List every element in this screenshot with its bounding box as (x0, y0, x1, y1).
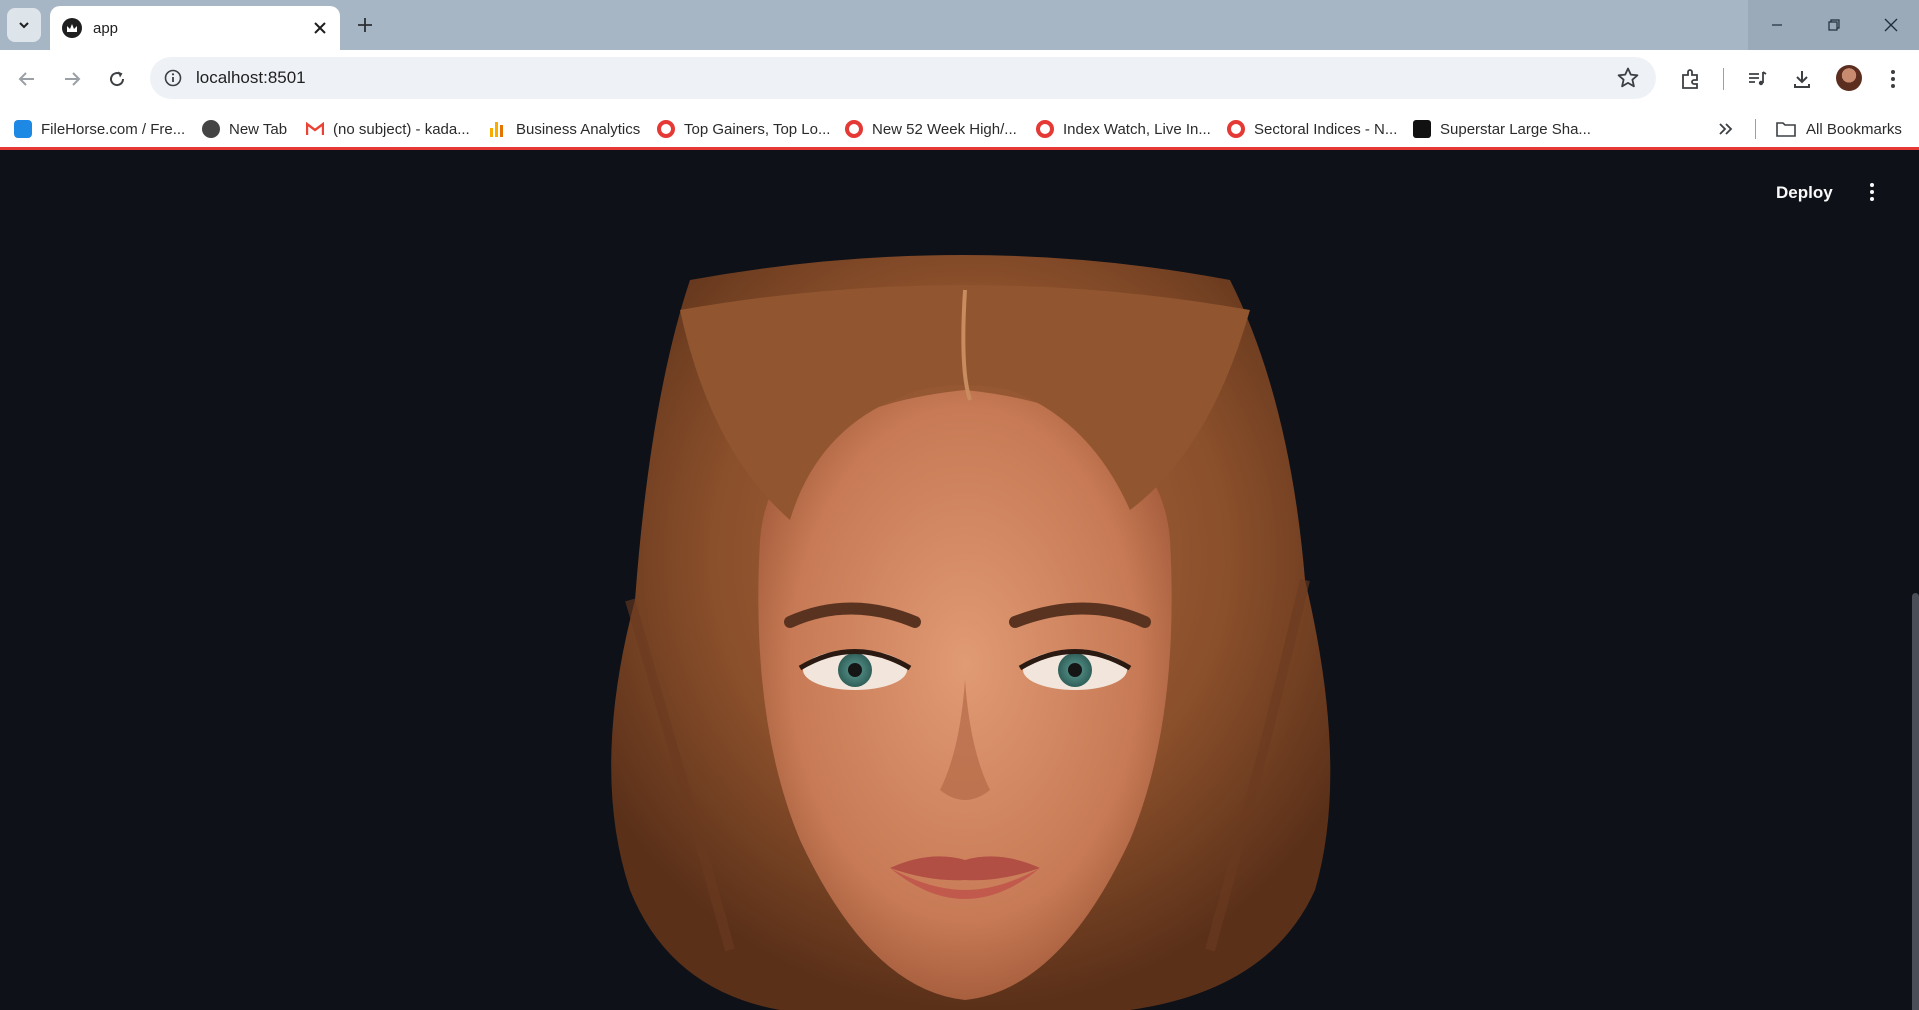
site-info-icon[interactable] (160, 65, 186, 91)
bookmarks-divider (1755, 119, 1756, 139)
address-bar[interactable]: localhost:8501 (150, 57, 1656, 99)
scrollbar[interactable] (1912, 593, 1919, 1010)
bookmark-label: Top Gainers, Top Lo... (684, 120, 831, 138)
tab-strip: app (0, 0, 1919, 50)
close-icon (1884, 18, 1897, 32)
site-icon (845, 120, 863, 138)
close-tab-icon[interactable] (308, 16, 332, 40)
all-bookmarks-label: All Bookmarks (1806, 120, 1902, 138)
media-control-icon[interactable] (1744, 66, 1770, 92)
tab-search-button[interactable] (7, 8, 41, 42)
reload-icon (110, 71, 125, 87)
bookmark-item[interactable]: Business Analytics (489, 118, 640, 140)
bookmark-item[interactable]: New 52 Week High/... (845, 118, 1017, 140)
new-tab-button[interactable] (351, 11, 379, 39)
window-controls (1748, 0, 1919, 50)
folder-icon (1776, 122, 1796, 137)
bookmark-item[interactable]: (no subject) - kada... (306, 118, 470, 140)
site-icon (1227, 120, 1245, 138)
bookmark-label: New 52 Week High/... (872, 120, 1017, 138)
bookmark-star-icon[interactable] (1616, 66, 1640, 90)
arrow-right-icon (65, 72, 81, 86)
tradingview-icon (1413, 120, 1431, 138)
download-icon[interactable] (1789, 66, 1815, 92)
minimize-button[interactable] (1748, 0, 1805, 50)
restore-icon (1827, 19, 1840, 31)
globe-icon (202, 120, 220, 138)
browser-toolbar: localhost:8501 (0, 50, 1919, 107)
minimize-icon (1771, 24, 1782, 26)
app-content: Deploy (0, 153, 1919, 1010)
bookmark-item[interactable]: Superstar Large Sha... (1413, 118, 1591, 140)
site-icon (1036, 120, 1054, 138)
restore-button[interactable] (1805, 0, 1862, 50)
filehorse-icon (14, 120, 32, 138)
forward-button[interactable] (55, 62, 89, 96)
extensions-icon[interactable] (1678, 66, 1704, 92)
double-chevron-right-icon (1719, 123, 1733, 135)
tab-title: app (93, 19, 119, 37)
back-button[interactable] (10, 62, 44, 96)
analytics-icon (489, 120, 507, 138)
bookmark-label: New Tab (229, 120, 288, 138)
browser-menu-icon[interactable] (1880, 66, 1906, 92)
bookmark-item[interactable]: Sectoral Indices - N... (1227, 118, 1397, 140)
gmail-icon (306, 120, 324, 138)
site-icon (657, 120, 675, 138)
portrait-image (611, 255, 1331, 1010)
bookmark-item[interactable]: FileHorse.com / Fre... (14, 118, 185, 140)
reload-button[interactable] (100, 62, 134, 96)
deploy-button[interactable]: Deploy (1776, 183, 1833, 203)
browser-tab[interactable]: app (50, 6, 340, 50)
bookmark-item[interactable]: New Tab (202, 118, 287, 140)
bookmark-label: Index Watch, Live In... (1063, 120, 1211, 138)
bookmark-label: Business Analytics (516, 120, 641, 138)
bookmark-label: Sectoral Indices - N... (1254, 120, 1398, 138)
bookmark-label: FileHorse.com / Fre... (41, 120, 186, 138)
all-bookmarks-button[interactable]: All Bookmarks (1776, 118, 1902, 140)
toolbar-divider (1723, 68, 1724, 90)
streamlit-crown-icon (62, 18, 82, 38)
more-bookmarks-button[interactable] (1718, 118, 1734, 140)
close-window-button[interactable] (1862, 0, 1919, 50)
arrow-left-icon (18, 72, 34, 86)
bookmark-item[interactable]: Index Watch, Live In... (1036, 118, 1211, 140)
url-text: localhost:8501 (196, 68, 306, 87)
plus-icon (358, 18, 372, 32)
chevron-down-icon (19, 22, 29, 29)
app-menu-icon[interactable] (1862, 181, 1882, 203)
bookmark-item[interactable]: Top Gainers, Top Lo... (657, 118, 830, 140)
bookmark-label: (no subject) - kada... (333, 120, 470, 138)
bookmarks-bar: FileHorse.com / Fre... New Tab (no subje… (0, 107, 1919, 150)
profile-avatar[interactable] (1836, 65, 1862, 91)
bookmark-label: Superstar Large Sha... (1440, 120, 1591, 138)
